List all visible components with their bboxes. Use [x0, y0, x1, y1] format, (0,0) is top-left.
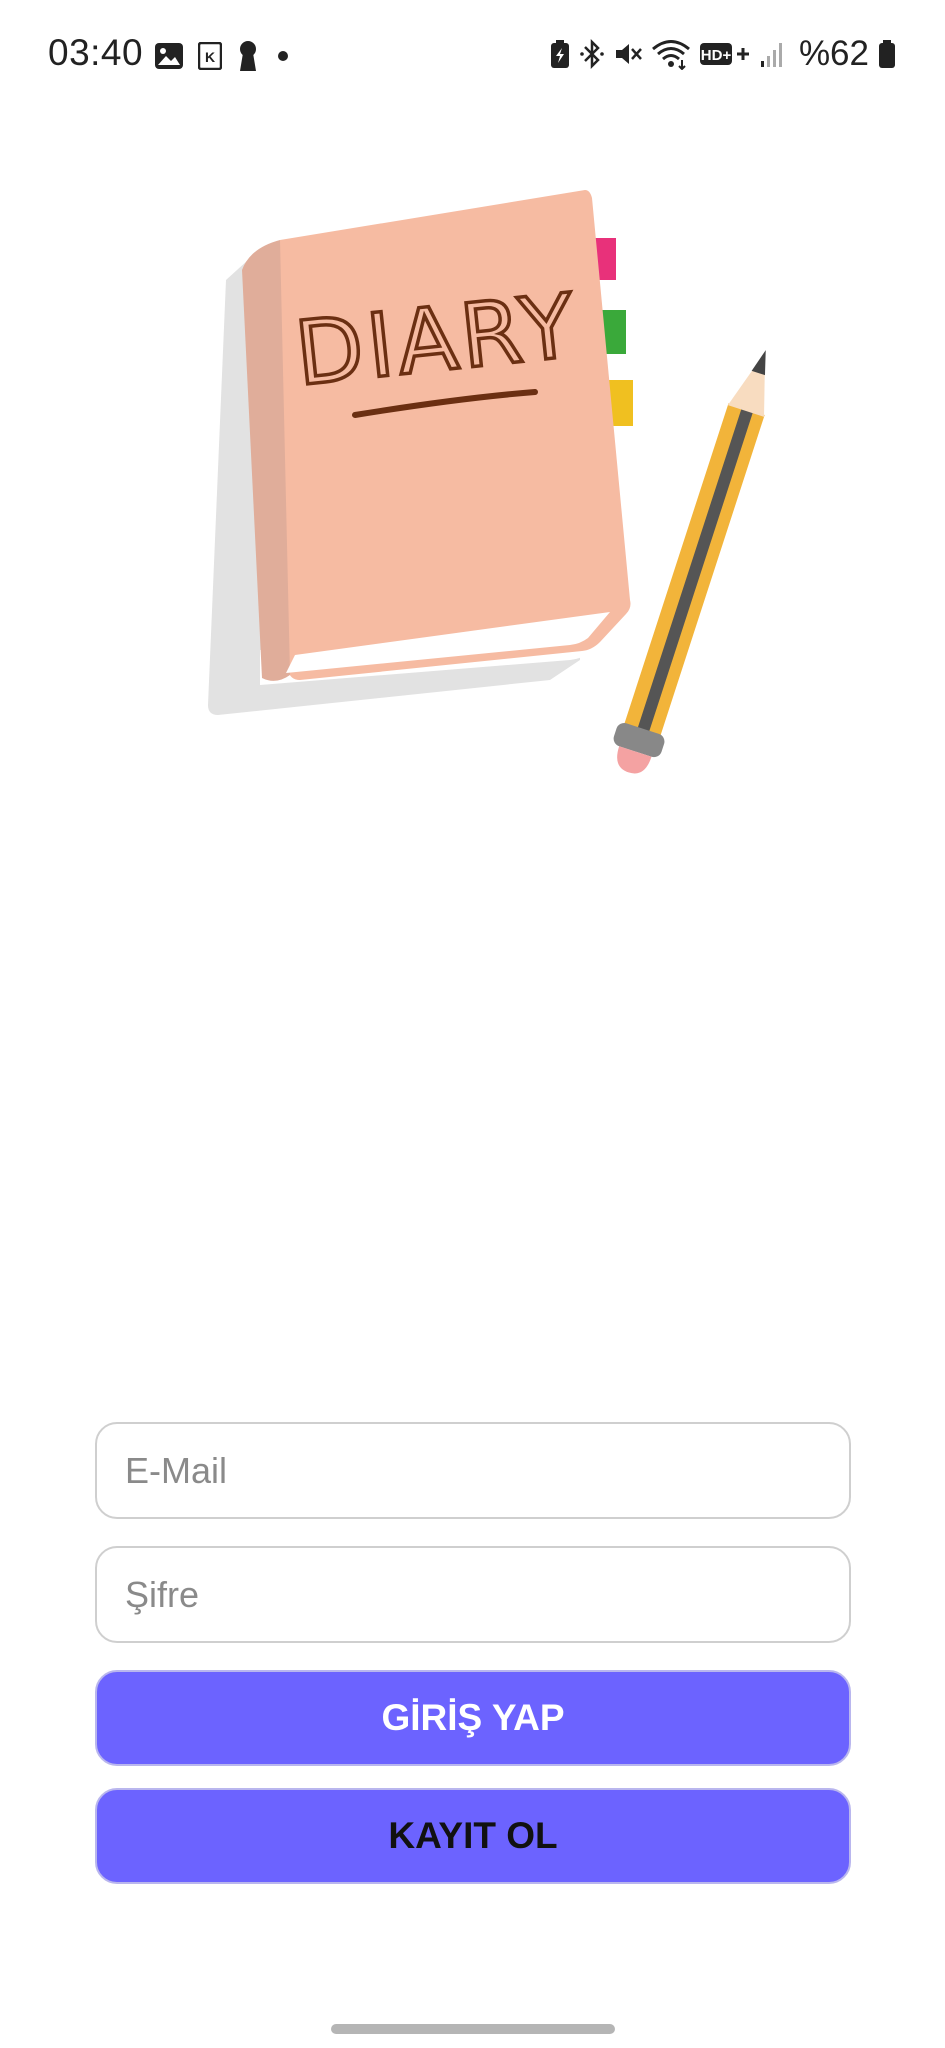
gallery-icon — [155, 43, 183, 69]
svg-text:HD+: HD+ — [701, 47, 732, 64]
status-right-icons: HD+ %62 — [549, 34, 897, 74]
wifi-icon — [651, 40, 690, 70]
bluetooth-icon — [580, 38, 604, 70]
password-input[interactable] — [125, 1548, 815, 1641]
register-button-label: KAYIT OL — [388, 1815, 558, 1856]
battery-percentage: %62 — [798, 34, 869, 73]
diary-illustration: DIARY — [208, 190, 766, 774]
signal-icon — [760, 43, 782, 67]
battery-icon — [879, 40, 895, 68]
home-indicator[interactable] — [331, 2024, 615, 2034]
login-button-label: GİRİŞ YAP — [381, 1697, 565, 1738]
notification-dot-icon — [278, 51, 288, 61]
k-app-icon: K — [198, 42, 222, 70]
status-left-icons: K — [154, 38, 292, 74]
status-bar: 03:40 K HD+ %62 — [0, 0, 945, 110]
hd-plus-icon: HD+ — [699, 43, 749, 65]
login-button[interactable]: GİRİŞ YAP — [95, 1670, 851, 1766]
email-input[interactable] — [125, 1424, 815, 1517]
register-button[interactable]: KAYIT OL — [95, 1788, 851, 1884]
login-form: GİRİŞ YAP KAYIT OL — [95, 1422, 851, 1884]
keyhole-icon — [240, 41, 256, 71]
email-field[interactable] — [95, 1422, 851, 1519]
status-time: 03:40 — [48, 32, 144, 73]
password-field[interactable] — [95, 1546, 851, 1643]
book-cover — [278, 190, 631, 680]
mute-icon — [615, 44, 642, 64]
battery-saver-icon — [550, 40, 569, 68]
svg-text:K: K — [205, 49, 215, 65]
